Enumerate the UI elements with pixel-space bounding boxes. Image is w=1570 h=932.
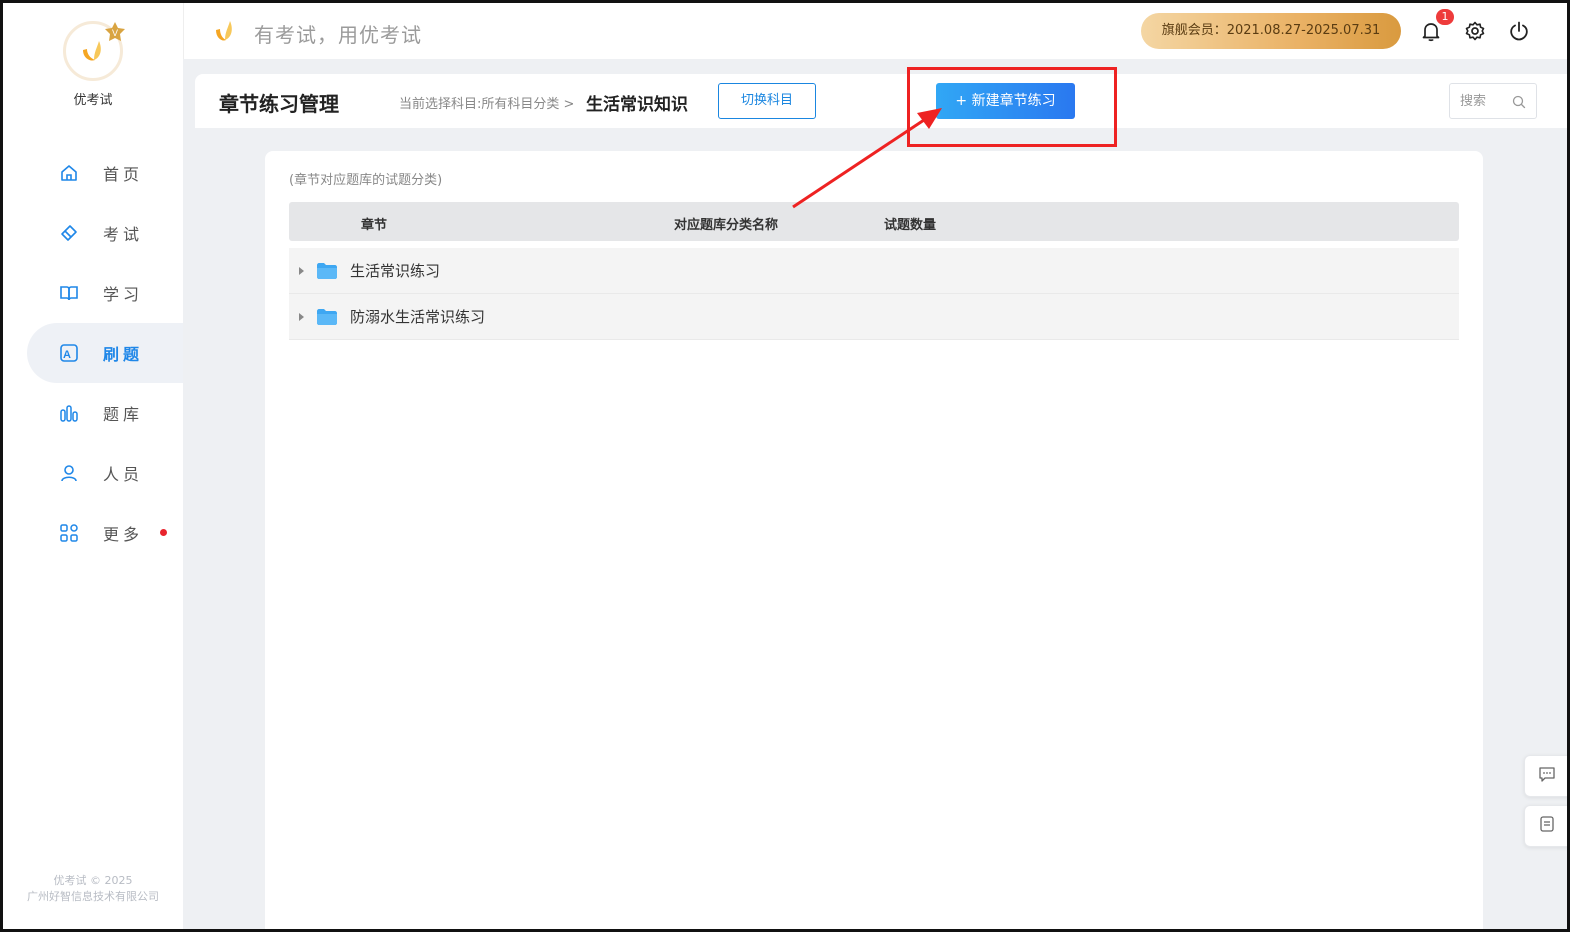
search-input[interactable]: [1450, 84, 1510, 118]
table-row[interactable]: 防溺水生活常识练习: [289, 294, 1459, 340]
chapter-name: 生活常识练习: [350, 262, 441, 280]
vip-badge-icon: V: [104, 21, 126, 43]
column-header-chapter: 章节: [361, 218, 388, 233]
user-icon: [59, 463, 79, 483]
sidebar-item-more[interactable]: 更多: [3, 503, 183, 563]
slogan-logo-icon: [214, 19, 236, 47]
sidebar-item-label: 考试: [103, 225, 144, 244]
notification-count: 1: [1436, 9, 1454, 25]
copyright-line-1: 优考试 © 2025: [53, 874, 133, 887]
sidebar-item-exam[interactable]: 考试: [3, 203, 183, 263]
svg-text:V: V: [112, 28, 118, 38]
chapter-card: (章节对应题库的试题分类) 章节 对应题库分类名称 试题数量 生活常识练习 防溺…: [265, 151, 1483, 929]
switch-subject-button[interactable]: 切换科目: [718, 83, 816, 119]
sidebar-item-practice[interactable]: A 刷题: [27, 323, 183, 383]
membership-badge[interactable]: 旗舰会员：2021.08.27-2025.07.31: [1141, 13, 1401, 49]
top-header: 有考试，用优考试 旗舰会员：2021.08.27-2025.07.31 1: [183, 3, 1567, 59]
sidebar-item-study[interactable]: 学习: [3, 263, 183, 323]
slogan: 有考试，用优考试: [254, 23, 422, 47]
search-icon[interactable]: [1512, 94, 1526, 113]
sidebar-item-people[interactable]: 人员: [3, 443, 183, 503]
brand-name: 优考试: [73, 93, 113, 108]
eraser-icon: [59, 223, 79, 243]
expand-caret-icon[interactable]: [299, 312, 304, 321]
page-header: 章节练习管理 当前选择科目:所有科目分类 > 生活常识知识 切换科目 + 新建章…: [195, 74, 1567, 128]
bars-icon: [59, 403, 79, 423]
feedback-button[interactable]: [1524, 755, 1570, 797]
sidebar-item-label: 题库: [103, 405, 144, 424]
sidebar-item-label: 学习: [103, 285, 144, 304]
folder-icon: [316, 262, 338, 280]
power-icon[interactable]: [1508, 20, 1530, 42]
home-icon: [59, 163, 79, 183]
quiz-a-icon: A: [59, 343, 79, 363]
expand-caret-icon[interactable]: [299, 266, 304, 275]
column-header-category: 对应题库分类名称: [674, 218, 779, 233]
chapter-name: 防溺水生活常识练习: [350, 308, 486, 326]
card-hint: (章节对应题库的试题分类): [289, 173, 443, 188]
chapter-tree: 生活常识练习 防溺水生活常识练习: [289, 248, 1459, 340]
folder-icon: [316, 308, 338, 326]
current-subject: 生活常识知识: [586, 95, 688, 115]
svg-text:A: A: [63, 349, 75, 361]
search-box[interactable]: [1449, 83, 1537, 119]
sidebar-item-label: 更多: [103, 525, 144, 544]
copyright: 优考试 © 2025 广州好智信息技术有限公司: [3, 873, 183, 905]
gear-icon[interactable]: [1464, 20, 1486, 42]
page-title: 章节练习管理: [219, 92, 339, 116]
notes-button[interactable]: [1524, 805, 1570, 847]
book-icon: [59, 283, 79, 303]
side-nav: 首页 考试 学习 A 刷题 题库 人员 更多: [3, 143, 183, 563]
sidebar-item-label: 刷题: [103, 345, 144, 364]
column-header-count: 试题数量: [884, 218, 937, 233]
new-chapter-practice-button[interactable]: + 新建章节练习: [936, 83, 1075, 119]
table-header: 章节 对应题库分类名称 试题数量: [289, 202, 1459, 241]
breadcrumb: 当前选择科目:所有科目分类 >: [399, 97, 575, 112]
sidebar-item-home[interactable]: 首页: [3, 143, 183, 203]
copyright-line-2: 广州好智信息技术有限公司: [27, 890, 159, 903]
apps-icon: [59, 523, 79, 543]
sidebar-item-label: 人员: [103, 465, 144, 484]
sidebar: V 优考试 首页 考试 学习 A 刷题 题库 人员 更多 优考试 © 2025 …: [3, 3, 183, 929]
document-icon: [1538, 815, 1556, 837]
table-row[interactable]: 生活常识练习: [289, 248, 1459, 294]
sidebar-item-question-bank[interactable]: 题库: [3, 383, 183, 443]
sidebar-item-label: 首页: [103, 165, 144, 184]
chat-icon: [1538, 765, 1556, 787]
notification-dot: [160, 529, 167, 536]
brand-logo-icon: [83, 41, 101, 61]
